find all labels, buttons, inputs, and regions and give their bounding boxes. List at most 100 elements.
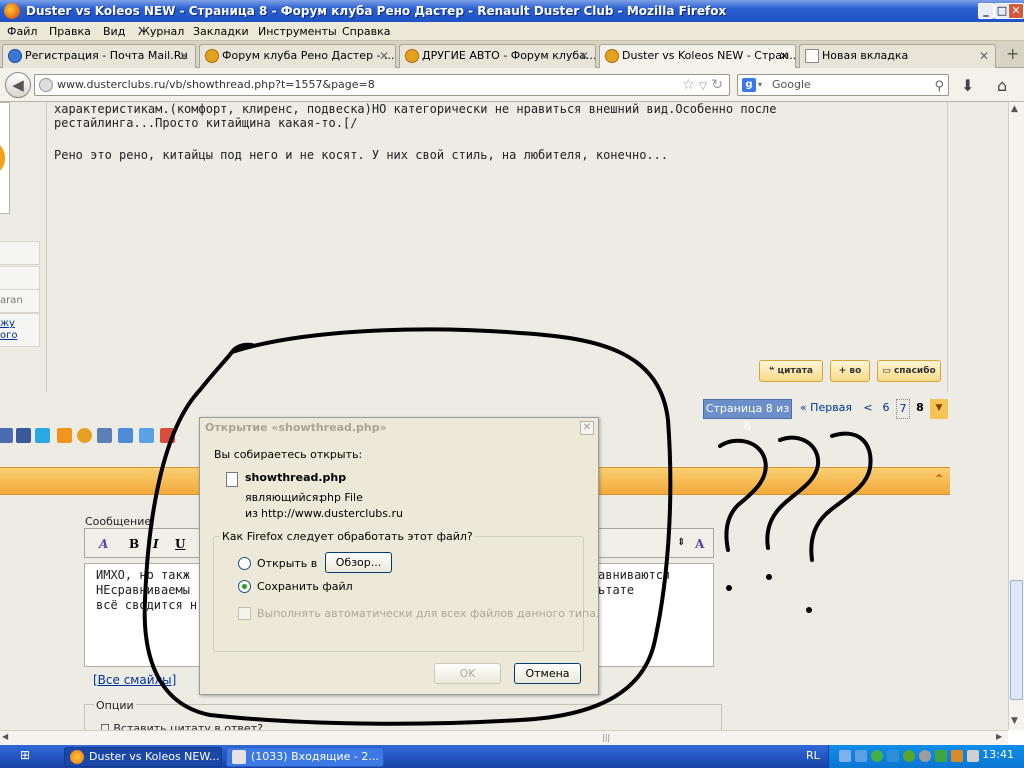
pager-page-6[interactable]: 6 xyxy=(878,399,894,419)
tab-new[interactable]: Новая вкладка ✕ xyxy=(799,44,996,68)
cancel-button[interactable]: Отмена xyxy=(514,663,581,684)
volume-icon[interactable] xyxy=(967,750,979,762)
tab-other-auto[interactable]: ДРУГИЕ АВТО - Форум клуба... ✕ xyxy=(399,44,596,68)
remove-format-icon[interactable]: A xyxy=(695,537,704,551)
engine-dropdown-icon[interactable]: ▾ xyxy=(758,75,762,95)
menu-view[interactable]: Вид xyxy=(103,25,125,38)
bookmark-star-icon[interactable]: ☆ xyxy=(682,77,695,93)
download-icon[interactable]: ⬇ xyxy=(961,76,974,95)
dropdown-icon[interactable]: ▽ xyxy=(699,81,707,92)
menu-bookmarks[interactable]: Закладки xyxy=(193,25,249,38)
odnoklassniki-icon[interactable] xyxy=(57,428,72,443)
thanks-button[interactable]: ▭ спасибо xyxy=(877,360,941,382)
taskbar-mail[interactable]: (1033) Входящие - 2... xyxy=(226,747,384,767)
drive-icon[interactable] xyxy=(919,750,931,762)
tab-close-icon[interactable]: ✕ xyxy=(979,45,989,67)
new-tab-button[interactable]: + xyxy=(1006,44,1019,63)
all-smilies-link[interactable]: [Все смайлы] xyxy=(93,673,176,687)
tab-mailru[interactable]: Регистрация - Почта Mail.Ru ✕ xyxy=(2,44,196,68)
tab-forum[interactable]: Форум клуба Рено Дастер - ... ✕ xyxy=(199,44,396,68)
google-icon[interactable]: g xyxy=(742,78,756,92)
forum-icon xyxy=(205,49,219,63)
minimize-button[interactable]: _ xyxy=(978,3,994,19)
scroll-thumb[interactable] xyxy=(1010,580,1023,700)
tab-close-icon[interactable]: ✕ xyxy=(179,45,189,67)
open-with-radio[interactable] xyxy=(238,557,251,570)
plus-icon: + xyxy=(838,366,847,376)
tab-close-icon[interactable]: ✕ xyxy=(379,45,389,67)
editor-text-line: НЕсравниваемы xyxy=(96,583,190,597)
close-window-button[interactable]: ✕ xyxy=(1008,3,1024,19)
tray-update-icon[interactable] xyxy=(951,750,963,762)
pager-menu-icon[interactable]: ▼ xyxy=(930,399,948,419)
myworld-icon[interactable] xyxy=(118,428,133,443)
pager-page-7[interactable]: 7 xyxy=(896,399,910,419)
save-file-label[interactable]: Сохранить файл xyxy=(257,580,353,593)
menu-help[interactable]: Справка xyxy=(342,25,390,38)
search-input[interactable]: Google xyxy=(772,78,811,91)
pager-first[interactable]: « Первая xyxy=(795,399,857,419)
menu-edit[interactable]: Правка xyxy=(49,25,91,38)
tab-close-icon[interactable]: ✕ xyxy=(779,45,789,67)
multiquote-button[interactable]: + во xyxy=(830,360,870,382)
search-bar[interactable]: g ▾ Google ⚲ xyxy=(737,74,949,96)
auto-checkbox[interactable] xyxy=(238,607,251,620)
collapse-icon[interactable]: ⌃ xyxy=(934,472,944,486)
user-info-links[interactable]: жу ого xyxy=(0,313,40,347)
search-icon[interactable]: ⚲ xyxy=(934,77,944,97)
twitter-icon[interactable] xyxy=(35,428,50,443)
quote-button[interactable]: ❝ цитата xyxy=(759,360,823,382)
taskbar-firefox[interactable]: Duster vs Koleos NEW... xyxy=(64,747,222,767)
scroll-right-icon[interactable]: ▶ xyxy=(996,732,1002,741)
quote-checkbox[interactable]: ☐ Вставить цитату в ответ? xyxy=(100,722,263,730)
horizontal-scrollbar[interactable]: ◀ ||| ▶ xyxy=(0,730,1008,745)
reload-icon[interactable]: ↻ xyxy=(711,77,723,93)
scroll-left-icon[interactable]: ◀ xyxy=(2,732,8,741)
scroll-up-icon[interactable]: ▲ xyxy=(1011,104,1018,114)
vk-icon[interactable] xyxy=(0,428,13,443)
tab-close-icon[interactable]: ✕ xyxy=(579,45,589,67)
home-icon[interactable]: ⌂ xyxy=(997,76,1007,95)
language-indicator[interactable]: RL xyxy=(806,749,820,762)
globe-tray-icon[interactable] xyxy=(871,750,883,762)
auto-label[interactable]: Выполнять автоматически для всех файлов … xyxy=(257,607,599,620)
menu-history[interactable]: Журнал xyxy=(138,25,184,38)
antivirus-icon[interactable] xyxy=(903,750,915,762)
scroll-grip-icon[interactable]: ||| xyxy=(602,733,610,742)
back-button[interactable]: ◀ xyxy=(5,72,31,98)
safely-remove-icon[interactable] xyxy=(935,750,947,762)
window-titlebar[interactable]: Duster vs Koleos NEW - Страница 8 - Фору… xyxy=(0,0,1024,22)
monitor-icon[interactable] xyxy=(855,750,867,762)
resize-icon[interactable]: ⇕ xyxy=(677,537,685,548)
scroll-down-icon[interactable]: ▼ xyxy=(1011,716,1018,726)
mailru-share-icon[interactable] xyxy=(77,428,92,443)
forum-post xyxy=(46,102,948,392)
ok-button[interactable]: OK xyxy=(434,663,501,684)
pager-prev[interactable]: < xyxy=(860,399,876,419)
user-link[interactable]: ого xyxy=(0,330,18,341)
network-icon[interactable] xyxy=(839,750,851,762)
vertical-scrollbar[interactable]: ▲ ▼ xyxy=(1008,102,1024,730)
start-windows-icon[interactable]: ⊞ xyxy=(20,748,42,765)
bold-button[interactable]: B xyxy=(129,537,139,551)
facebook-icon[interactable] xyxy=(16,428,31,443)
open-file-dialog[interactable]: Открытие «showthread.php» ✕ Вы собираете… xyxy=(199,417,599,695)
livejournal-icon[interactable] xyxy=(97,428,112,443)
url-bar[interactable]: www.dusterclubs.ru/vb/showthread.php?t=1… xyxy=(34,74,730,96)
menu-tools[interactable]: Инструменты xyxy=(258,25,337,38)
share-icon[interactable] xyxy=(139,428,154,443)
google-plus-icon[interactable] xyxy=(160,428,175,443)
quote-icon: ❝ xyxy=(769,366,775,376)
user-link[interactable]: жу xyxy=(0,318,15,329)
font-icon[interactable]: A xyxy=(99,537,108,551)
italic-button[interactable]: I xyxy=(153,537,159,551)
underline-button[interactable]: U xyxy=(175,537,185,551)
dialog-title[interactable]: Открытие «showthread.php» xyxy=(200,418,598,439)
menu-file[interactable]: Файл xyxy=(7,25,37,38)
open-with-label[interactable]: Открыть в xyxy=(257,557,317,570)
browse-button[interactable]: Обзор... xyxy=(325,552,392,573)
save-file-radio[interactable] xyxy=(238,580,251,593)
dialog-close-icon[interactable]: ✕ xyxy=(580,421,594,435)
tab-duster-koleos[interactable]: Duster vs Koleos NEW - Стран... ✕ xyxy=(599,44,796,69)
tray-app-icon[interactable] xyxy=(887,750,899,762)
